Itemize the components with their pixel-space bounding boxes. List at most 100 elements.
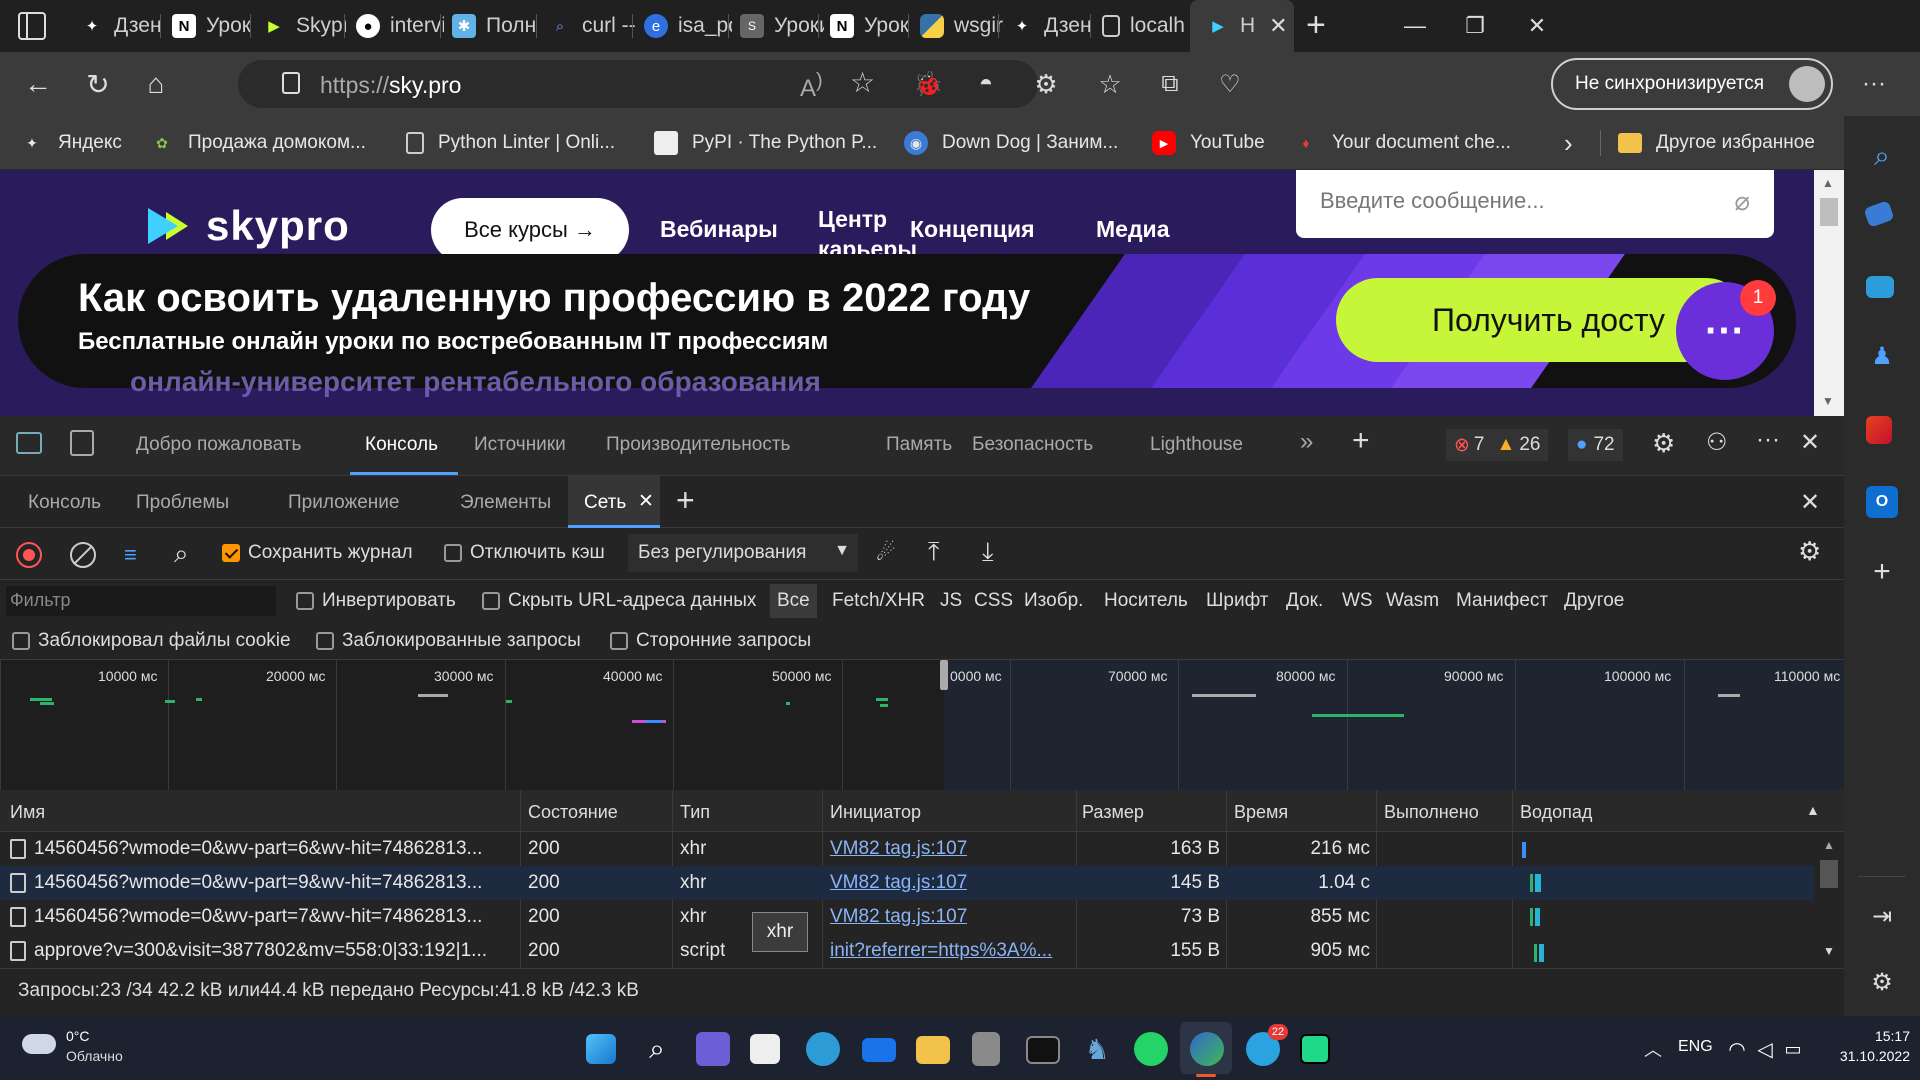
browser-tab[interactable]: localh [1086,0,1190,52]
column-name[interactable]: Имя [10,802,45,823]
browser-tab[interactable]: ✦ Дзен [64,0,170,52]
scroll-thumb[interactable] [1820,860,1838,888]
attach-icon[interactable]: ⌀ [1734,186,1750,217]
export-har-icon[interactable]: ⤓ [982,536,994,568]
close-devtools-icon[interactable]: ✕ [1800,428,1820,457]
close-tab-icon[interactable]: ✕ [1269,13,1287,39]
language-indicator[interactable]: ENG [1678,1038,1713,1056]
add-favorite-icon[interactable]: ☆ [850,66,875,99]
drawer-tab-elements[interactable]: Элементы [460,492,551,514]
filter-icon[interactable]: ≡ [124,542,137,568]
add-tool-icon[interactable]: + [1352,424,1370,458]
overview-handle[interactable] [940,660,948,690]
browser-tab[interactable]: ▶Skypro [246,0,346,52]
network-settings-icon[interactable]: ⚙ [1798,536,1821,567]
edge-icon[interactable] [1190,1032,1224,1066]
search-icon[interactable]: ⌕ [1866,140,1898,172]
start-icon[interactable] [586,1034,616,1064]
tab-welcome[interactable]: Добро пожаловать [136,434,301,456]
column-status[interactable]: Состояние [528,802,618,823]
drawer-tab-application[interactable]: Приложение [288,492,399,514]
scroll-thumb[interactable] [1820,198,1838,226]
favorites-icon[interactable]: ☆ [1088,62,1132,106]
bookmark-item[interactable]: PyPI · The Python P... [654,128,877,158]
tab-console[interactable]: Консоль [365,434,438,456]
column-waterfall[interactable]: Водопад [1520,802,1592,823]
nav-media[interactable]: Медиа [1096,216,1169,243]
type-filter-doc[interactable]: Док. [1286,590,1323,612]
network-overview-timeline[interactable]: 10000 мс 20000 мс 30000 мс 40000 мс 5000… [0,660,1844,790]
inspect-icon[interactable] [16,432,42,454]
clear-icon[interactable] [70,542,96,568]
type-filter-manifest[interactable]: Манифест [1456,590,1548,612]
initiator-link[interactable]: init?referrer=https%3A%... [830,940,1066,962]
extension-shield-icon[interactable]: ◓ [964,62,1008,106]
import-har-icon[interactable]: ⤒ [928,536,940,568]
type-filter-js[interactable]: JS [940,590,962,612]
type-filter-font[interactable]: Шрифт [1206,590,1269,612]
tab-lighthouse[interactable]: Lighthouse [1150,434,1243,456]
browser-tab[interactable]: N Урок [814,0,914,52]
weather-widget[interactable]: 0°C Облачно [22,1026,182,1070]
mail-icon[interactable] [862,1038,896,1062]
restore-icon[interactable]: ❐ [1440,0,1510,52]
outlook-icon[interactable]: O [1866,486,1898,518]
settings-gear-icon[interactable]: ⚙ [1652,428,1675,459]
clock[interactable]: 15:17 31.10.2022 [1820,1028,1910,1064]
browser-essentials-icon[interactable]: ♡ [1208,62,1252,106]
sidebar-settings-icon[interactable]: ⚙ [1866,966,1898,998]
initiator-link[interactable]: VM82 tag.js:107 [830,838,967,860]
customize-icon[interactable]: ··· [1756,426,1780,454]
browser-tab[interactable]: wsgire [904,0,1004,52]
url-text[interactable]: https://sky.pro [320,72,461,99]
browser-tab-active[interactable]: ▶ Н ✕ [1190,0,1294,52]
browser-tab[interactable]: ● intervi [340,0,444,52]
table-scrollbar[interactable]: ▲ ▼ [1814,832,1844,968]
drawer-tab-console[interactable]: Консоль [28,492,101,514]
pycharm-icon[interactable] [1300,1034,1330,1064]
disable-cache-checkbox[interactable]: Отключить кэш [444,542,605,564]
battery-icon[interactable]: ▭ [1776,1032,1810,1066]
nav-webinars[interactable]: Вебинары [660,216,778,243]
sort-up-icon[interactable]: ▲ [1806,802,1820,818]
initiator-link[interactable]: VM82 tag.js:107 [830,906,967,928]
chat-message-input[interactable]: Введите сообщение... ⌀ [1296,170,1774,238]
profile-sync-button[interactable]: Не синхронизируется [1551,58,1833,110]
back-icon[interactable]: ← [16,62,60,106]
whatsapp-icon[interactable] [1134,1032,1168,1066]
tools-icon[interactable] [1866,276,1894,298]
issue-counters[interactable]: ⊗ 7 ▲ 26 [1446,429,1549,461]
browser-tab[interactable]: ✦ Дзен [994,0,1094,52]
shopping-tag-icon[interactable] [1863,200,1895,228]
bookmark-item[interactable]: ✿ Продажа домоком... [150,128,366,158]
blocked-requests-checkbox[interactable]: Заблокированные запросы [316,630,581,652]
add-drawer-tab-icon[interactable]: + [676,482,695,519]
page-scrollbar[interactable]: ▲ ▼ [1814,170,1844,416]
collections-icon[interactable]: ⧉ [1148,62,1192,106]
column-type[interactable]: Тип [680,802,710,823]
table-row[interactable]: 14560456?wmode=0&wv-part=6&wv-hit=748628… [0,832,1814,866]
table-row-selected[interactable]: 14560456?wmode=0&wv-part=9&wv-hit=748628… [0,866,1814,900]
search-icon[interactable]: ⌕ [174,538,189,570]
column-initiator[interactable]: Инициатор [830,802,921,823]
chevron-right-icon[interactable]: › [1564,128,1573,158]
device-emulation-icon[interactable] [70,430,94,456]
column-size[interactable]: Размер [1082,802,1144,823]
all-courses-button[interactable]: Все курсы → [431,198,629,262]
throttling-select[interactable]: Без регулирования ▼ [628,534,858,572]
column-fulfilled[interactable]: Выполнено [1384,802,1479,823]
browser-tab[interactable]: N Урок [156,0,256,52]
lock-icon[interactable] [282,72,300,94]
extensions-icon[interactable]: ⚙ [1024,62,1068,106]
scroll-down-icon[interactable]: ▼ [1822,394,1834,408]
type-filter-img[interactable]: Изобр. [1024,590,1083,612]
table-row[interactable]: approve?v=300&visit=3877802&mv=558:0|33:… [0,934,1814,968]
bookmark-item[interactable]: ♦ Your document che... [1294,128,1510,158]
type-filter-wasm[interactable]: Wasm [1386,590,1439,612]
globe-app-icon[interactable] [806,1032,840,1066]
browser-tab[interactable]: SУроки [724,0,824,52]
close-window-icon[interactable]: ✕ [1502,0,1572,52]
preserve-log-checkbox[interactable]: Сохранить журнал [222,542,413,564]
bookmark-item[interactable]: ✦ Яндекс [20,128,122,158]
hide-data-urls-checkbox[interactable]: Скрыть URL-адреса данных [482,590,756,612]
